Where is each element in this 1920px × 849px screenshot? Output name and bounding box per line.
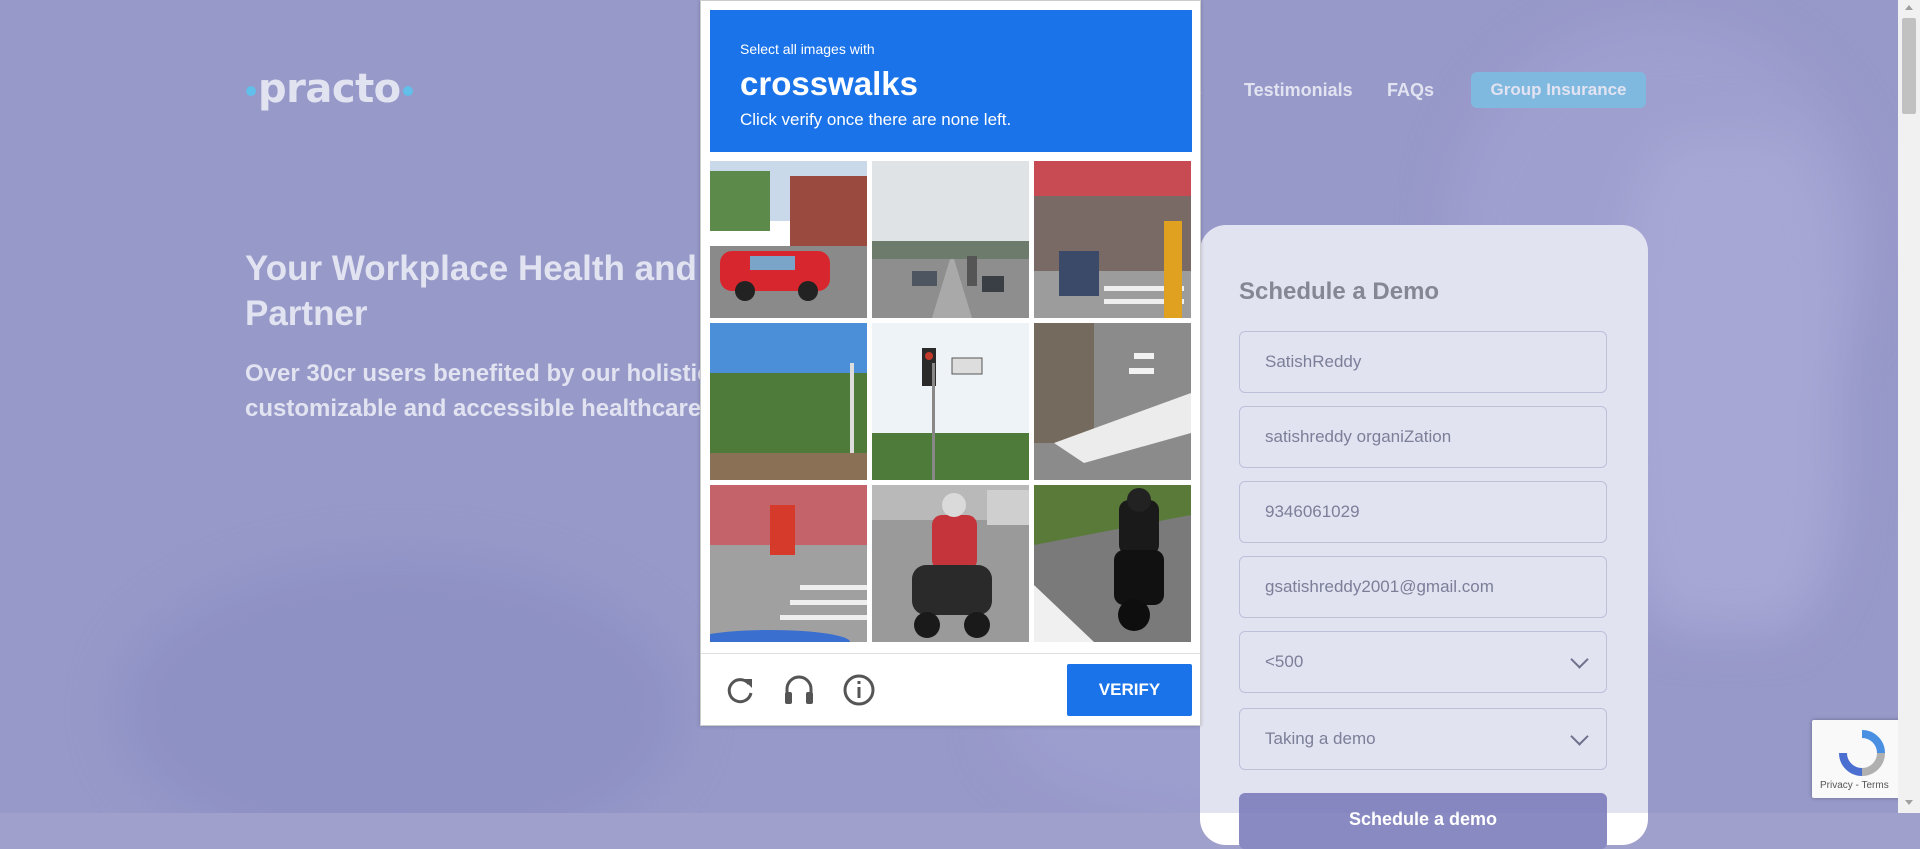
captcha-tile-9[interactable]: [1034, 485, 1191, 642]
vertical-scrollbar[interactable]: [1898, 0, 1920, 813]
verify-button[interactable]: VERIFY: [1067, 664, 1192, 716]
scrollbar-thumb[interactable]: [1902, 18, 1916, 114]
captcha-tile-6[interactable]: [1034, 323, 1191, 480]
captcha-target-word: crosswalks: [740, 65, 918, 102]
scroll-up-arrow-icon[interactable]: [1905, 5, 1913, 10]
recaptcha-privacy-terms[interactable]: Privacy - Terms: [1820, 780, 1889, 791]
recaptcha-logo-icon: [1839, 730, 1885, 776]
captcha-tile-4[interactable]: [710, 323, 867, 480]
recaptcha-challenge: Select all images with crosswalks Click …: [700, 0, 1201, 726]
captcha-tile-5[interactable]: [872, 323, 1029, 480]
captcha-footer-divider: [701, 653, 1200, 654]
captcha-tile-3[interactable]: [1034, 161, 1191, 318]
captcha-tile-7[interactable]: [710, 485, 867, 642]
info-icon[interactable]: [842, 673, 876, 707]
captcha-tile-8[interactable]: [872, 485, 1029, 642]
captcha-instructions: Select all images with crosswalks Click …: [710, 10, 1192, 152]
captcha-tile-1[interactable]: [710, 161, 867, 318]
reload-icon[interactable]: [723, 673, 757, 707]
recaptcha-badge[interactable]: Privacy - Terms: [1812, 720, 1902, 798]
audio-headphones-icon[interactable]: [782, 673, 816, 707]
captcha-image-grid: [710, 161, 1194, 643]
scroll-down-arrow-icon[interactable]: [1905, 800, 1913, 805]
captcha-instruction-note: Click verify once there are none left.: [740, 110, 1012, 129]
captcha-tile-2[interactable]: [872, 161, 1029, 318]
captcha-instruction-small: Select all images with: [740, 41, 875, 57]
